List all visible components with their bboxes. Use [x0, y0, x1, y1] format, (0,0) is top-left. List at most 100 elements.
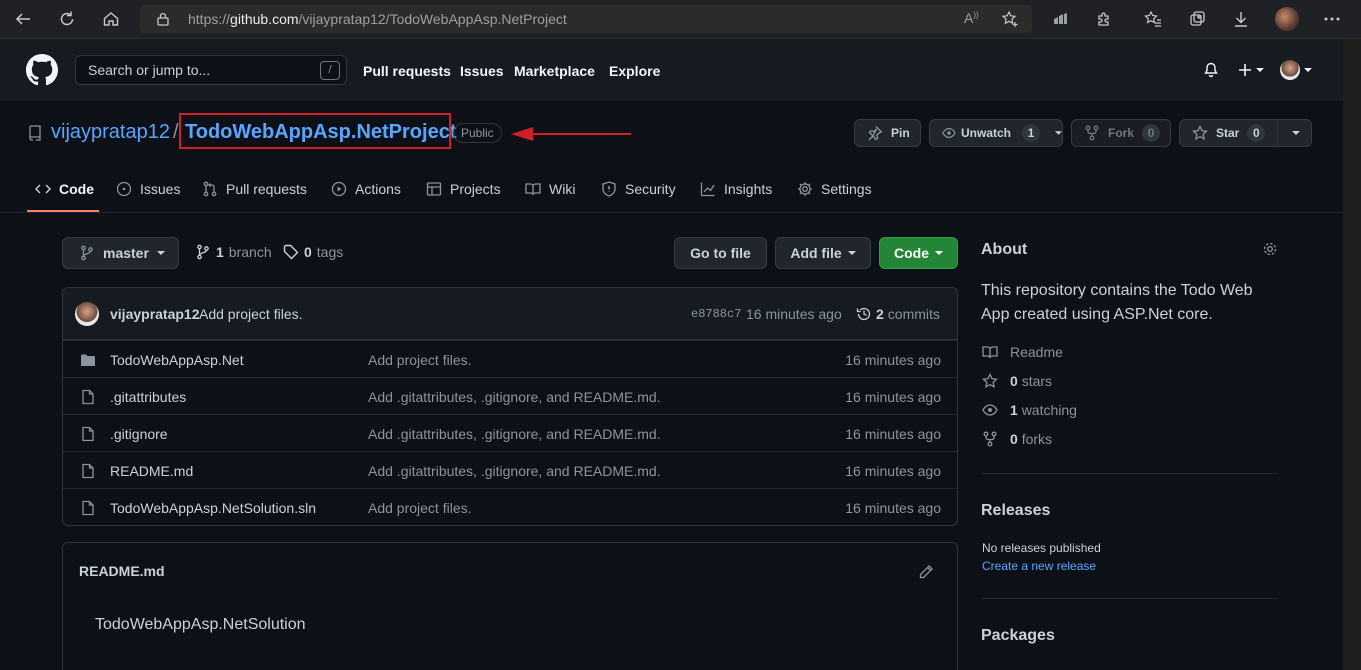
- commits-link[interactable]: 2commits: [856, 306, 940, 322]
- file-row[interactable]: TodoWebAppAsp.NetAdd project files.16 mi…: [63, 340, 957, 377]
- forks-link[interactable]: 0 forks: [982, 431, 1052, 447]
- file-row[interactable]: .gitattributes Add .gitattributes, .gitig…: [63, 377, 957, 414]
- search-placeholder: Search or jump to...: [88, 62, 210, 78]
- readme-link[interactable]: Readme: [982, 344, 1063, 360]
- edit-pencil-icon[interactable]: [918, 564, 934, 580]
- lock-icon[interactable]: [156, 12, 170, 26]
- file-browser: vijaypratap12 Add project files. e8788c7…: [62, 287, 958, 526]
- pin-button[interactable]: Pin: [854, 119, 921, 147]
- nav-issues[interactable]: Issues: [460, 63, 504, 79]
- performance-icon[interactable]: [1049, 8, 1071, 30]
- file-name-link[interactable]: TodoWebAppAsp.Net: [110, 352, 244, 368]
- file-commit-message[interactable]: Add project files.: [368, 352, 472, 368]
- commit-message[interactable]: Add project files.: [199, 306, 303, 322]
- create-release-link[interactable]: Create a new release: [982, 559, 1096, 573]
- fork-label: Fork: [1108, 126, 1134, 140]
- notifications-bell-icon[interactable]: [1203, 62, 1219, 78]
- sidebar-divider: [981, 598, 1278, 599]
- commit-time: 16 minutes ago: [746, 306, 842, 322]
- file-commit-time: 16 minutes ago: [845, 426, 941, 442]
- file-icon: [80, 500, 96, 516]
- latest-commit-row: vijaypratap12 Add project files. e8788c7…: [63, 288, 957, 340]
- star-button[interactable]: Star 0: [1179, 119, 1312, 147]
- file-name-link[interactable]: .gitattributes: [110, 389, 186, 405]
- url-text[interactable]: https://github.com/vijaypratap12/TodoWeb…: [188, 11, 567, 27]
- home-icon[interactable]: [100, 8, 122, 30]
- book-icon: [982, 344, 998, 360]
- tab-pull-requests[interactable]: Pull requests: [202, 181, 307, 197]
- profile-avatar[interactable]: [1275, 7, 1299, 31]
- collections-icon[interactable]: [1186, 8, 1208, 30]
- about-settings-gear-icon[interactable]: [1262, 241, 1278, 257]
- tab-code[interactable]: Code: [35, 181, 94, 197]
- fork-icon: [1084, 125, 1100, 141]
- file-commit-message[interactable]: Add .gitattributes, .gitignore, and READ…: [368, 426, 661, 442]
- commit-sha[interactable]: e8788c7: [691, 307, 741, 321]
- play-icon: [331, 181, 347, 197]
- caret-down-icon: [1304, 66, 1312, 74]
- tab-settings[interactable]: Settings: [797, 181, 872, 197]
- file-icon: [80, 463, 96, 479]
- read-aloud-icon[interactable]: A)): [964, 10, 979, 26]
- unwatch-button[interactable]: Unwatch 1: [929, 119, 1063, 147]
- user-avatar[interactable]: [1280, 60, 1300, 80]
- github-logo-icon[interactable]: [26, 54, 58, 86]
- user-menu[interactable]: [1280, 60, 1312, 80]
- file-row[interactable]: .gitignore Add .gitattributes, .gitignore…: [63, 414, 957, 451]
- repo-icon: [28, 125, 42, 141]
- extensions-icon[interactable]: [1093, 8, 1115, 30]
- commit-author[interactable]: vijaypratap12: [110, 306, 200, 322]
- packages-heading[interactable]: Packages: [981, 627, 1055, 645]
- watching-link[interactable]: 1 watching: [982, 402, 1077, 418]
- back-icon[interactable]: [12, 8, 34, 30]
- more-icon[interactable]: [1321, 8, 1343, 30]
- eye-icon: [982, 402, 998, 418]
- scrollbar[interactable]: [1343, 39, 1361, 670]
- author-avatar[interactable]: [75, 302, 99, 326]
- repo-path-separator: /: [173, 121, 179, 144]
- stars-link[interactable]: 0 stars: [982, 373, 1052, 389]
- pull-request-icon: [202, 181, 218, 197]
- go-to-file-button[interactable]: Go to file: [674, 237, 767, 269]
- file-name-link[interactable]: TodoWebAppAsp.NetSolution.sln: [110, 500, 316, 516]
- tab-issues[interactable]: Issues: [116, 181, 180, 197]
- tab-projects[interactable]: Projects: [426, 181, 501, 197]
- repo-owner-link[interactable]: vijaypratap12: [51, 121, 170, 144]
- file-commit-message[interactable]: Add project files.: [368, 500, 472, 516]
- code-button[interactable]: Code: [879, 237, 958, 269]
- nav-pull-requests[interactable]: Pull requests: [363, 63, 451, 79]
- address-bar[interactable]: https://github.com/vijaypratap12/TodoWeb…: [140, 5, 1032, 33]
- file-commit-message[interactable]: Add .gitattributes, .gitignore, and READ…: [368, 389, 661, 405]
- add-favorite-icon[interactable]: [1001, 10, 1019, 28]
- tab-actions[interactable]: Actions: [331, 181, 401, 197]
- caret-down-icon: [1256, 66, 1264, 74]
- file-row[interactable]: README.md Add .gitattributes, .gitignore,…: [63, 451, 957, 488]
- file-icon: [80, 389, 96, 405]
- file-commit-message[interactable]: Add .gitattributes, .gitignore, and READ…: [368, 463, 661, 479]
- downloads-icon[interactable]: [1230, 8, 1252, 30]
- releases-heading[interactable]: Releases: [981, 502, 1050, 520]
- branches-link[interactable]: 1branch: [195, 244, 272, 260]
- file-name-link[interactable]: README.md: [110, 463, 193, 479]
- highlight-box: [179, 113, 451, 149]
- create-new-menu[interactable]: [1237, 62, 1264, 78]
- nav-explore[interactable]: Explore: [609, 63, 660, 79]
- browser-toolbar: https://github.com/vijaypratap12/TodoWeb…: [0, 0, 1361, 39]
- file-name-link[interactable]: .gitignore: [110, 426, 168, 442]
- tab-wiki[interactable]: Wiki: [525, 181, 575, 197]
- file-row[interactable]: TodoWebAppAsp.NetSolution.sln Add project…: [63, 488, 957, 525]
- fork-button[interactable]: Fork 0: [1071, 119, 1171, 147]
- tab-insights[interactable]: Insights: [700, 181, 772, 197]
- tags-link[interactable]: 0tags: [283, 244, 343, 260]
- search-input[interactable]: Search or jump to... /: [75, 55, 347, 85]
- star-counter: 0: [1247, 124, 1265, 142]
- book-icon: [525, 181, 541, 197]
- github-header: Search or jump to... / Pull requests Iss…: [0, 39, 1343, 101]
- branch-select-button[interactable]: master: [62, 237, 179, 269]
- refresh-icon[interactable]: [56, 8, 78, 30]
- no-releases-text: No releases published: [982, 541, 1101, 555]
- favorites-icon[interactable]: [1142, 8, 1164, 30]
- tab-security[interactable]: Security: [601, 181, 676, 197]
- nav-marketplace[interactable]: Marketplace: [514, 63, 595, 79]
- add-file-button[interactable]: Add file: [775, 237, 871, 269]
